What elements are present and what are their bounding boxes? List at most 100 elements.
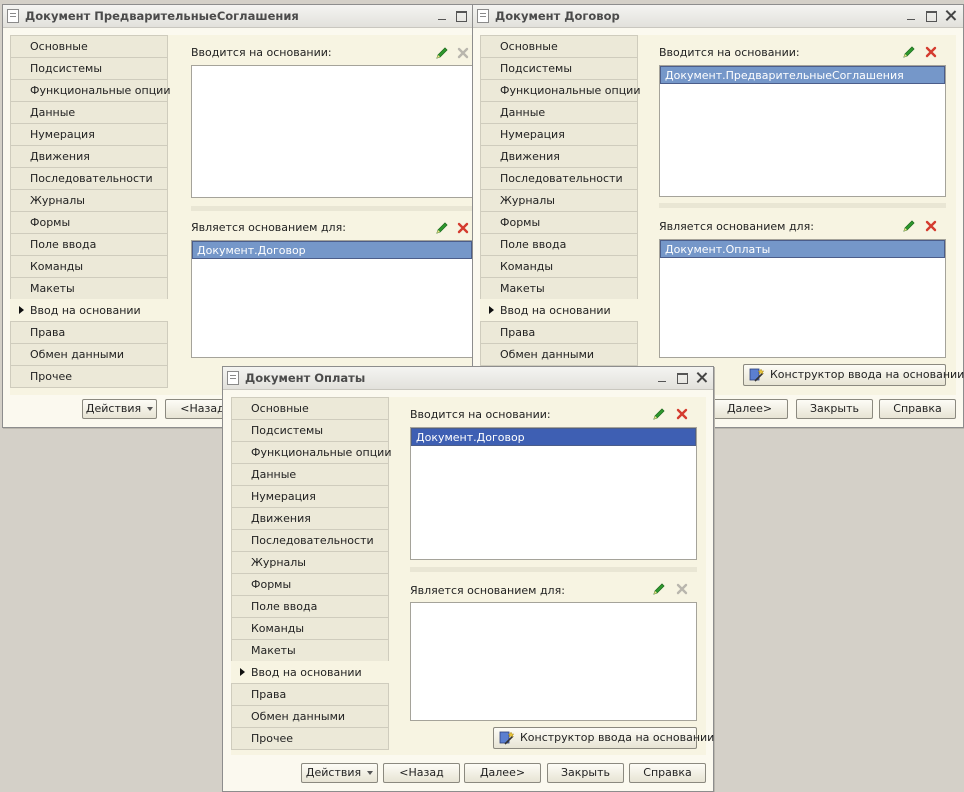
window-dogovor: Документ Договор Основные Подсистемы Фун… [472, 4, 964, 428]
tab-obmen-dannymi[interactable]: Обмен данными [231, 705, 389, 727]
tab-dannye[interactable]: Данные [10, 101, 168, 123]
delete-cross-icon[interactable] [455, 220, 471, 236]
next-button[interactable]: Далее> [464, 763, 541, 783]
tab-numeratsiya[interactable]: Нумерация [480, 123, 638, 145]
tab-obmen-dannymi[interactable]: Обмен данными [10, 343, 168, 365]
tab-prava[interactable]: Права [480, 321, 638, 343]
tab-formy[interactable]: Формы [480, 211, 638, 233]
minimize-icon[interactable] [433, 7, 451, 25]
list-item[interactable]: Документ.Договор [411, 428, 696, 446]
next-button[interactable]: Далее> [711, 399, 788, 419]
tab-posledovatelnosti[interactable]: Последовательности [480, 167, 638, 189]
constructor-button[interactable]: Конструктор ввода на основании [493, 727, 714, 749]
wand-icon [749, 367, 765, 383]
help-button[interactable]: Справка [879, 399, 956, 419]
back-button[interactable]: <Назад [383, 763, 460, 783]
input-on-basis-panel: Вводится на основании: Является основани… [191, 35, 475, 375]
close-icon[interactable] [942, 7, 960, 25]
tab-funktsionalnye-optsii[interactable]: Функциональные опции [10, 79, 170, 101]
tab-posledovatelnosti[interactable]: Последовательности [231, 529, 389, 551]
title-bar[interactable]: Документ ПредварительныеСоглашения [3, 5, 473, 28]
tab-komandy[interactable]: Команды [480, 255, 638, 277]
tab-formy[interactable]: Формы [10, 211, 168, 233]
tab-formy[interactable]: Формы [231, 573, 389, 595]
tab-osnovnye[interactable]: Основные [10, 35, 168, 57]
tab-funktsionalnye-optsii[interactable]: Функциональные опции [231, 441, 391, 463]
close-button[interactable]: Закрыть [796, 399, 873, 419]
maximize-icon[interactable] [673, 369, 691, 387]
edit-pencil-icon[interactable] [901, 218, 917, 234]
actions-dropdown-button[interactable]: Действия [301, 763, 378, 783]
tab-pole-vvoda[interactable]: Поле ввода [480, 233, 638, 255]
tab-zhurnaly[interactable]: Журналы [10, 189, 168, 211]
tab-prochee[interactable]: Прочее [231, 727, 389, 750]
based-on-list[interactable]: Документ.Договор [410, 427, 697, 560]
title-bar[interactable]: Документ Договор [473, 5, 963, 28]
tab-dvizheniya[interactable]: Движения [10, 145, 168, 167]
tab-prochee[interactable]: Прочее [10, 365, 168, 388]
tab-komandy[interactable]: Команды [10, 255, 168, 277]
tab-vvod-na-osnovanii[interactable]: Ввод на основании [231, 661, 432, 683]
maximize-icon[interactable] [452, 7, 470, 25]
list-item[interactable]: Документ.Договор [192, 241, 472, 259]
delete-cross-icon[interactable] [923, 44, 939, 60]
minimize-icon[interactable] [902, 7, 920, 25]
tab-obmen-dannymi[interactable]: Обмен данными [480, 343, 638, 365]
is-basis-for-list[interactable]: Документ.Оплаты [659, 239, 946, 358]
tab-posledovatelnosti[interactable]: Последовательности [10, 167, 168, 189]
tab-podsistemy[interactable]: Подсистемы [10, 57, 168, 79]
tab-podsistemy[interactable]: Подсистемы [480, 57, 638, 79]
tab-podsistemy[interactable]: Подсистемы [231, 419, 389, 441]
edit-pencil-icon[interactable] [651, 406, 667, 422]
tab-prava[interactable]: Права [231, 683, 389, 705]
edit-pencil-icon[interactable] [434, 45, 450, 61]
list-item[interactable]: Документ.ПредварительныеСоглашения [660, 66, 945, 84]
tab-dvizheniya[interactable]: Движения [231, 507, 389, 529]
tab-makety[interactable]: Макеты [10, 277, 168, 299]
list-item[interactable]: Документ.Оплаты [660, 240, 945, 258]
tab-komandy[interactable]: Команды [231, 617, 389, 639]
is-basis-for-list[interactable]: Документ.Договор [191, 240, 473, 358]
tab-vvod-na-osnovanii[interactable]: Ввод на основании [10, 299, 211, 321]
title-bar[interactable]: Документ Оплаты [223, 367, 713, 390]
delete-cross-icon-disabled[interactable] [674, 581, 690, 597]
tab-pole-vvoda[interactable]: Поле ввода [10, 233, 168, 255]
tab-makety[interactable]: Макеты [231, 639, 389, 661]
edit-pencil-icon[interactable] [651, 581, 667, 597]
window-title: Документ ПредварительныеСоглашения [25, 9, 299, 23]
panel-splitter[interactable] [659, 203, 946, 208]
panel-splitter[interactable] [410, 567, 697, 572]
delete-cross-icon[interactable] [674, 406, 690, 422]
editor-area: Основные Подсистемы Функциональные опции… [480, 35, 964, 395]
minimize-icon[interactable] [653, 369, 671, 387]
maximize-icon[interactable] [922, 7, 940, 25]
tab-osnovnye[interactable]: Основные [231, 397, 389, 419]
edit-pencil-icon[interactable] [434, 220, 450, 236]
delete-cross-icon-disabled[interactable] [455, 45, 471, 61]
actions-dropdown-button[interactable]: Действия [82, 399, 157, 419]
tab-numeratsiya[interactable]: Нумерация [10, 123, 168, 145]
panel-splitter[interactable] [191, 206, 475, 211]
close-icon[interactable] [693, 369, 711, 387]
close-button[interactable]: Закрыть [547, 763, 624, 783]
edit-pencil-icon[interactable] [901, 44, 917, 60]
tab-prava[interactable]: Права [10, 321, 168, 343]
tab-zhurnaly[interactable]: Журналы [480, 189, 638, 211]
tab-list: Основные Подсистемы Функциональные опции… [10, 35, 211, 388]
tab-dvizheniya[interactable]: Движения [480, 145, 638, 167]
tab-pole-vvoda[interactable]: Поле ввода [231, 595, 389, 617]
tab-makety[interactable]: Макеты [480, 277, 638, 299]
tab-zhurnaly[interactable]: Журналы [231, 551, 389, 573]
tab-dannye[interactable]: Данные [231, 463, 389, 485]
help-button[interactable]: Справка [629, 763, 706, 783]
tab-funktsionalnye-optsii[interactable]: Функциональные опции [480, 79, 640, 101]
constructor-button[interactable]: Конструктор ввода на основании [743, 364, 964, 386]
is-basis-for-list[interactable] [410, 602, 697, 721]
tab-numeratsiya[interactable]: Нумерация [231, 485, 389, 507]
tab-vvod-na-osnovanii[interactable]: Ввод на основании [480, 299, 681, 321]
tab-osnovnye[interactable]: Основные [480, 35, 638, 57]
delete-cross-icon[interactable] [923, 218, 939, 234]
based-on-list[interactable]: Документ.ПредварительныеСоглашения [659, 65, 946, 197]
based-on-list[interactable] [191, 65, 473, 198]
tab-dannye[interactable]: Данные [480, 101, 638, 123]
